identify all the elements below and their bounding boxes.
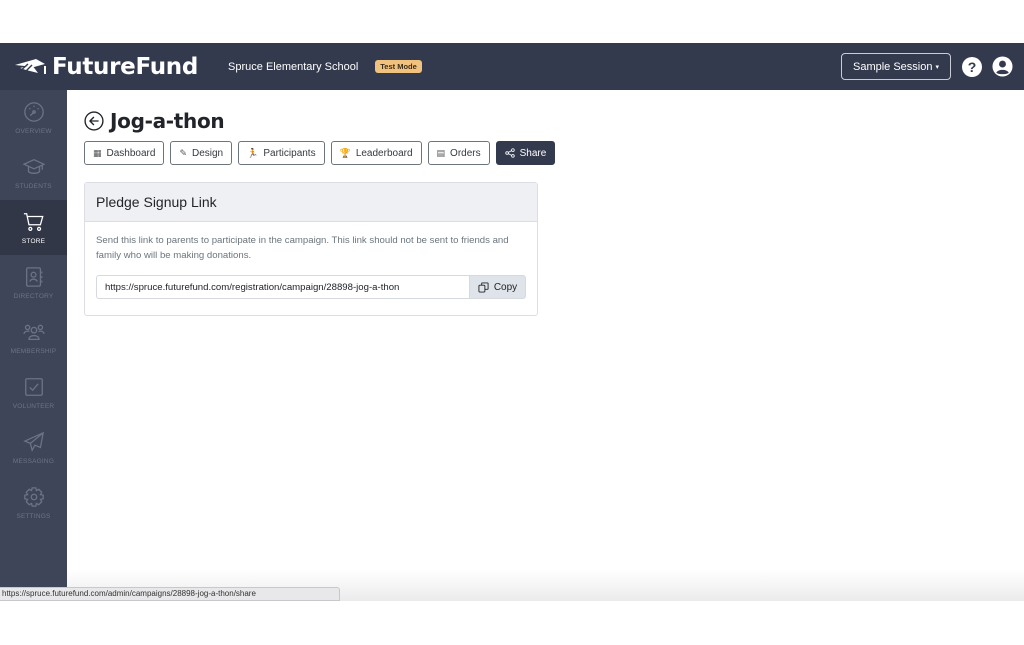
campaign-tabs: ▦ Dashboard ✎ Design 🏃 Participants 🏆 Le… bbox=[84, 141, 561, 165]
receipt-icon: ▤ bbox=[436, 147, 446, 158]
card-description: Send this link to parents to participate… bbox=[96, 235, 509, 261]
sidebar-item-messaging[interactable]: MESSAGING bbox=[0, 420, 67, 475]
sidebar-label: STUDENTS bbox=[15, 182, 52, 190]
session-label: Sample Session bbox=[852, 60, 933, 73]
shopping-cart-icon bbox=[23, 212, 44, 231]
sidebar-label: MESSAGING bbox=[12, 457, 55, 465]
top-navbar: FutureFund Spruce Elementary School Test… bbox=[0, 43, 1024, 90]
sidebar-item-students[interactable]: STUDENTS bbox=[0, 145, 67, 200]
signup-link-input[interactable] bbox=[96, 275, 469, 299]
caret-down-icon: ▾ bbox=[935, 63, 939, 71]
sidebar-nav: OVERVIEW STUDENTS STORE DIRECTORY MEMBER… bbox=[0, 90, 67, 600]
copy-label: Copy bbox=[493, 281, 518, 293]
people-group-icon bbox=[22, 324, 45, 340]
dashboard-gauge-icon bbox=[23, 101, 44, 122]
pledge-signup-card: Pledge Signup Link Send this link to par… bbox=[84, 182, 538, 316]
sidebar-item-store[interactable]: STORE bbox=[0, 200, 67, 255]
logo-icon bbox=[15, 58, 46, 74]
contact-book-icon bbox=[25, 266, 42, 287]
browser-status-url: https://spruce.futurefund.com/admin/camp… bbox=[0, 587, 340, 601]
share-icon bbox=[504, 148, 515, 158]
tab-label: Share bbox=[519, 147, 547, 159]
signup-link-group: Copy bbox=[96, 275, 526, 299]
page-title: Jog-a-thon bbox=[110, 109, 225, 133]
sidebar-label: SETTINGS bbox=[16, 512, 51, 520]
tab-design[interactable]: ✎ Design bbox=[170, 141, 233, 165]
tab-label: Leaderboard bbox=[355, 147, 413, 159]
test-mode-badge: Test Mode bbox=[375, 60, 422, 73]
paper-plane-icon bbox=[22, 431, 44, 452]
school-name: Spruce Elementary School bbox=[228, 60, 359, 73]
sidebar-label: VOLUNTEER bbox=[12, 402, 55, 410]
sidebar-label: DIRECTORY bbox=[13, 292, 54, 300]
checkbox-icon bbox=[24, 377, 43, 396]
brand-logo[interactable]: FutureFund bbox=[14, 43, 198, 90]
copy-icon bbox=[478, 281, 489, 293]
session-dropdown[interactable]: Sample Session ▾ bbox=[840, 53, 951, 80]
sidebar-label: MEMBERSHIP bbox=[10, 347, 57, 355]
copy-button[interactable]: Copy bbox=[469, 275, 526, 299]
graduation-cap-icon bbox=[22, 158, 45, 174]
card-title: Pledge Signup Link bbox=[85, 183, 537, 222]
sidebar-item-directory[interactable]: DIRECTORY bbox=[0, 255, 67, 310]
back-arrow-icon[interactable] bbox=[84, 111, 104, 131]
sidebar-label: STORE bbox=[21, 237, 46, 245]
tab-label: Orders bbox=[450, 147, 481, 159]
page-header: Jog-a-thon bbox=[84, 109, 225, 133]
sidebar-item-volunteer[interactable]: VOLUNTEER bbox=[0, 365, 67, 420]
help-icon[interactable]: ? bbox=[962, 56, 982, 77]
tab-participants[interactable]: 🏃 Participants bbox=[238, 141, 325, 165]
tab-leaderboard[interactable]: 🏆 Leaderboard bbox=[330, 141, 422, 165]
brand-name: FutureFund bbox=[52, 53, 199, 80]
pen-icon: ✎ bbox=[179, 147, 187, 158]
sidebar-item-overview[interactable]: OVERVIEW bbox=[0, 90, 67, 145]
tab-dashboard[interactable]: ▦ Dashboard bbox=[84, 141, 165, 165]
runner-icon: 🏃 bbox=[247, 147, 259, 158]
sidebar-item-settings[interactable]: SETTINGS bbox=[0, 475, 67, 530]
tab-share[interactable]: Share bbox=[495, 141, 556, 165]
trophy-icon: 🏆 bbox=[339, 147, 351, 158]
page-bottom-blank bbox=[0, 601, 1024, 645]
sidebar-label: OVERVIEW bbox=[15, 127, 52, 135]
tab-label: Design bbox=[191, 147, 224, 159]
main-content: Jog-a-thon ▦ Dashboard ✎ Design 🏃 Partic… bbox=[67, 90, 1024, 600]
sidebar-item-membership[interactable]: MEMBERSHIP bbox=[0, 310, 67, 365]
user-account-icon[interactable] bbox=[992, 56, 1013, 77]
tab-label: Dashboard bbox=[106, 147, 156, 159]
dashboard-grid-icon: ▦ bbox=[93, 147, 102, 158]
gear-icon bbox=[23, 486, 44, 507]
tab-label: Participants bbox=[263, 147, 316, 159]
tab-orders[interactable]: ▤ Orders bbox=[427, 141, 490, 165]
